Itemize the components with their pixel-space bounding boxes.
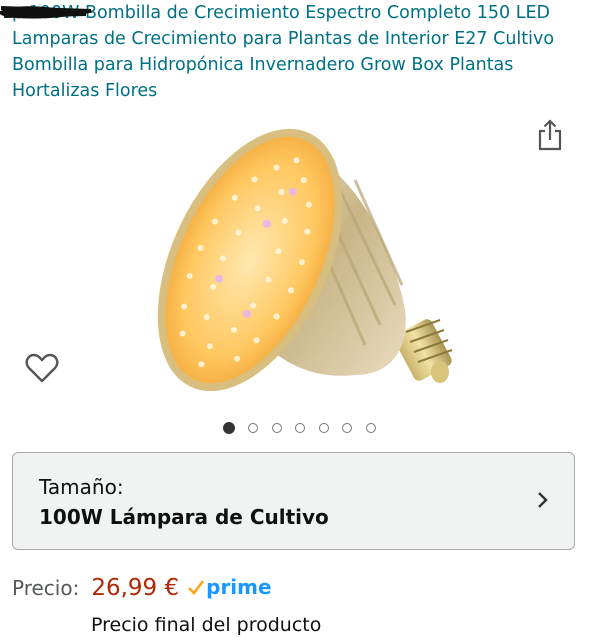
- prime-badge: prime: [187, 575, 272, 599]
- price-value: 26,99 €: [91, 575, 180, 601]
- size-label: Tamaño:: [39, 475, 124, 499]
- size-value: 100W Lámpara de Cultivo: [39, 505, 329, 529]
- prime-text: prime: [206, 575, 272, 599]
- price-row: Precio: 26,99 € prime: [12, 575, 272, 607]
- size-selector[interactable]: Tamaño: 100W Lámpara de Cultivo: [12, 452, 575, 550]
- product-title: p 100W Bombilla de Crecimiento Espectro …: [12, 0, 587, 104]
- carousel-dot[interactable]: [342, 423, 352, 433]
- final-price-note: Precio final del producto: [91, 614, 322, 636]
- carousel-dot[interactable]: [248, 423, 258, 433]
- check-icon: [188, 580, 205, 595]
- heart-icon[interactable]: [25, 352, 59, 384]
- share-icon[interactable]: [536, 118, 564, 152]
- carousel-indicator: [0, 422, 598, 434]
- carousel-dot[interactable]: [295, 423, 305, 433]
- carousel-dot[interactable]: [222, 422, 235, 434]
- price-label: Precio:: [12, 576, 80, 600]
- product-image[interactable]: [140, 110, 460, 410]
- carousel-dot[interactable]: [365, 423, 376, 433]
- carousel-dot[interactable]: [271, 423, 282, 433]
- carousel-dot[interactable]: [318, 423, 329, 433]
- redaction-scribble: [0, 6, 94, 19]
- chevron-right-icon: [538, 492, 548, 508]
